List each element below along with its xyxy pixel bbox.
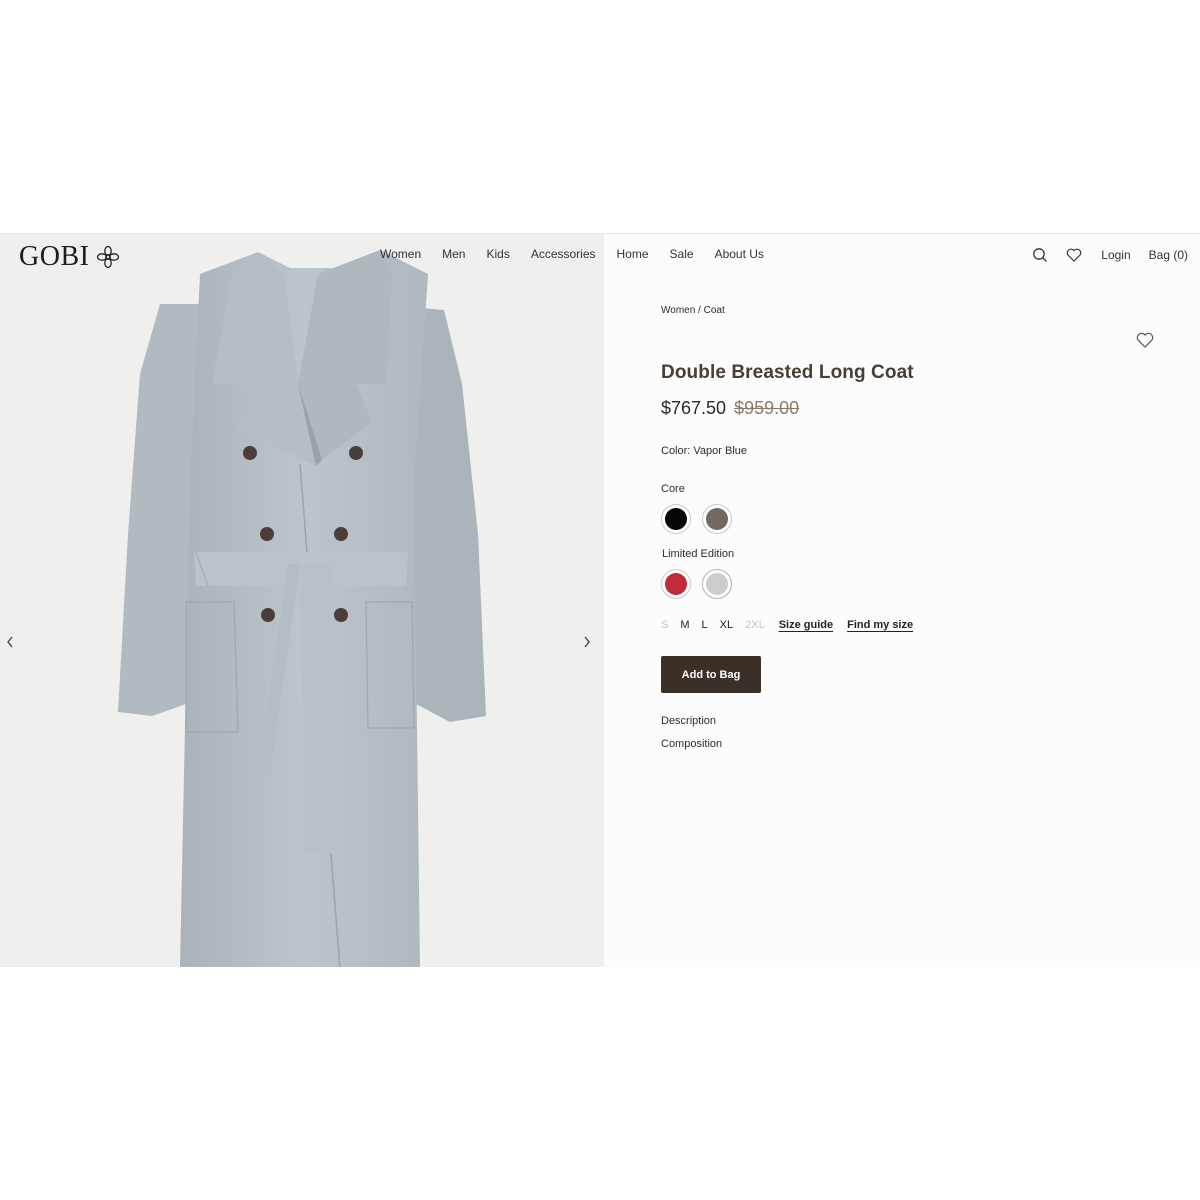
find-my-size-link[interactable]: Find my size xyxy=(847,619,913,631)
limited-swatches xyxy=(661,569,732,599)
brand-name: GOBI xyxy=(19,241,90,272)
product-details: Women / Coat Double Breasted Long Coat $… xyxy=(604,234,1200,967)
swatch-taupe-dot xyxy=(706,508,728,530)
description-toggle[interactable]: Description xyxy=(661,715,716,727)
nav-women[interactable]: Women xyxy=(380,247,421,261)
product-title: Double Breasted Long Coat xyxy=(661,362,914,383)
nav-men[interactable]: Men xyxy=(442,247,465,261)
heart-icon xyxy=(1067,248,1082,262)
sale-price: $767.50 xyxy=(661,398,727,418)
nav-accessories[interactable]: Accessories xyxy=(531,247,596,261)
size-xl[interactable]: XL xyxy=(720,619,733,631)
chevron-right-icon xyxy=(584,636,590,648)
swatch-light-grey[interactable] xyxy=(702,569,732,599)
product-image xyxy=(0,234,604,967)
add-to-wishlist-button[interactable] xyxy=(1135,330,1155,350)
price: $767.50 $959.00 xyxy=(661,398,799,419)
search-button[interactable] xyxy=(1031,246,1049,264)
swatch-red-dot xyxy=(665,573,687,595)
wishlist-button[interactable] xyxy=(1065,246,1083,264)
brand-logo[interactable]: GOBI xyxy=(19,241,120,272)
nav-kids[interactable]: Kids xyxy=(486,247,509,261)
size-2xl: 2XL xyxy=(745,619,765,631)
heart-icon xyxy=(1136,332,1154,348)
size-guide-link[interactable]: Size guide xyxy=(779,619,833,631)
size-selector: S M L XL 2XL Size guide Find my size xyxy=(661,619,925,631)
breadcrumb-text[interactable]: Women / Coat xyxy=(661,305,725,316)
search-icon xyxy=(1033,248,1048,262)
product-page: Women / Coat Double Breasted Long Coat $… xyxy=(0,233,1200,967)
bag-link[interactable]: Bag (0) xyxy=(1149,248,1188,262)
size-m[interactable]: M xyxy=(680,619,689,631)
nav-sale[interactable]: Sale xyxy=(670,247,694,261)
swatch-black-dot xyxy=(665,508,687,530)
core-swatches xyxy=(661,504,732,534)
core-collection-label: Core xyxy=(661,483,685,495)
swatch-red[interactable] xyxy=(661,569,691,599)
selected-color-label: Color: Vapor Blue xyxy=(661,445,748,457)
login-link[interactable]: Login xyxy=(1101,248,1130,262)
original-price: $959.00 xyxy=(734,398,800,418)
breadcrumb[interactable]: Women / Coat xyxy=(661,305,725,316)
add-to-bag-button[interactable]: Add to Bag xyxy=(661,656,761,693)
swatch-black[interactable] xyxy=(661,504,691,534)
size-l[interactable]: L xyxy=(702,619,708,631)
swatch-light-grey-dot xyxy=(706,573,728,595)
nav-home[interactable]: Home xyxy=(617,247,649,261)
prev-image-button[interactable] xyxy=(1,632,19,652)
size-s: S xyxy=(661,619,669,631)
main-nav: Women Men Kids Accessories Home Sale Abo… xyxy=(380,247,764,261)
site-header: GOBI Women Men Kids Accessories Home Sal… xyxy=(0,234,1200,278)
flower-logo-icon xyxy=(97,245,120,269)
composition-toggle[interactable]: Composition xyxy=(661,738,722,750)
header-actions: Login Bag (0) xyxy=(1031,246,1188,264)
limited-edition-label: Limited Edition xyxy=(662,548,735,560)
next-image-button[interactable] xyxy=(578,632,596,652)
nav-about-us[interactable]: About Us xyxy=(715,247,764,261)
product-gallery[interactable] xyxy=(0,234,604,967)
chevron-left-icon xyxy=(7,636,13,648)
swatch-taupe[interactable] xyxy=(702,504,732,534)
